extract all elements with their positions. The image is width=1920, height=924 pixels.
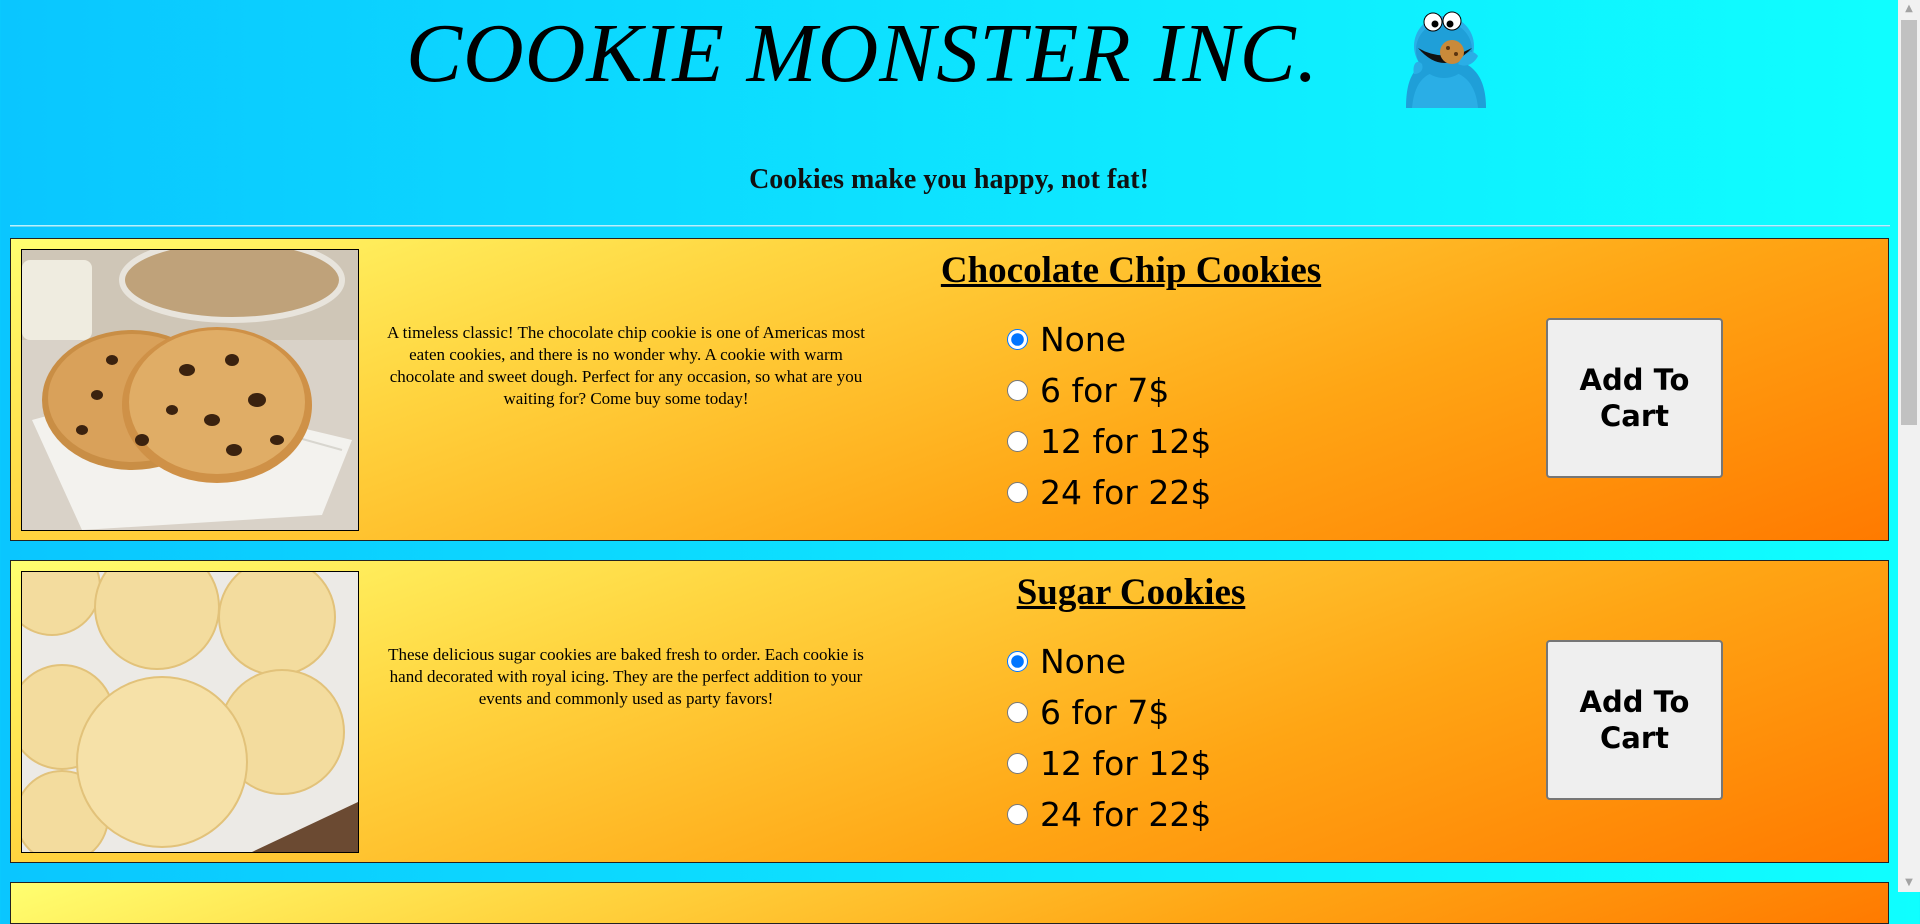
scroll-up-arrow-icon[interactable]: ▲ [1898, 0, 1920, 18]
quantity-options: None 6 for 7$ 12 for 12$ 24 for 22$ [1005, 314, 1211, 518]
site-header: COOKIE MONSTER INC. Cookies make you hap… [0, 0, 1898, 227]
radio-button[interactable] [1007, 431, 1028, 452]
radio-button[interactable] [1007, 329, 1028, 350]
scrollbar[interactable]: ▲ ▼ [1898, 0, 1920, 892]
quantity-option-6[interactable]: 6 for 7$ [1005, 365, 1211, 416]
quantity-options: None 6 for 7$ 12 for 12$ 24 for 22$ [1005, 636, 1211, 840]
product-title: Sugar Cookies [1016, 572, 1246, 613]
quantity-option-24[interactable]: 24 for 22$ [1005, 467, 1211, 518]
product-card-chocolate-chip: A timeless classic! The chocolate chip c… [10, 238, 1889, 541]
add-to-cart-button[interactable]: Add To Cart [1546, 640, 1723, 800]
product-card-sugar: These delicious sugar cookies are baked … [10, 560, 1889, 863]
product-description: These delicious sugar cookies are baked … [388, 645, 864, 708]
radio-button[interactable] [1007, 804, 1028, 825]
tagline: Cookies make you happy, not fat! [749, 164, 1149, 195]
quantity-option-none[interactable]: None [1005, 636, 1211, 687]
page: COOKIE MONSTER INC. Cookies make you hap… [0, 0, 1898, 924]
scroll-down-arrow-icon[interactable]: ▼ [1898, 874, 1920, 892]
quantity-option-24[interactable]: 24 for 22$ [1005, 789, 1211, 840]
cookie-monster-icon [1406, 11, 1486, 108]
quantity-option-6[interactable]: 6 for 7$ [1005, 687, 1211, 738]
quantity-option-12[interactable]: 12 for 12$ [1005, 416, 1211, 467]
product-card-next [10, 882, 1889, 924]
chocolate-chip-cookie-photo [21, 249, 359, 531]
product-title: Chocolate Chip Cookies [940, 250, 1322, 291]
radio-button[interactable] [1007, 482, 1028, 503]
product-description: A timeless classic! The chocolate chip c… [387, 323, 865, 408]
add-to-cart-button[interactable]: Add To Cart [1546, 318, 1723, 478]
site-title: COOKIE MONSTER INC. [406, 7, 1319, 100]
radio-button[interactable] [1007, 651, 1028, 672]
divider [10, 225, 1890, 227]
radio-button[interactable] [1007, 753, 1028, 774]
scrollbar-thumb[interactable] [1901, 20, 1917, 425]
quantity-option-12[interactable]: 12 for 12$ [1005, 738, 1211, 789]
quantity-option-none[interactable]: None [1005, 314, 1211, 365]
sugar-cookie-photo [21, 571, 359, 853]
radio-button[interactable] [1007, 702, 1028, 723]
radio-button[interactable] [1007, 380, 1028, 401]
